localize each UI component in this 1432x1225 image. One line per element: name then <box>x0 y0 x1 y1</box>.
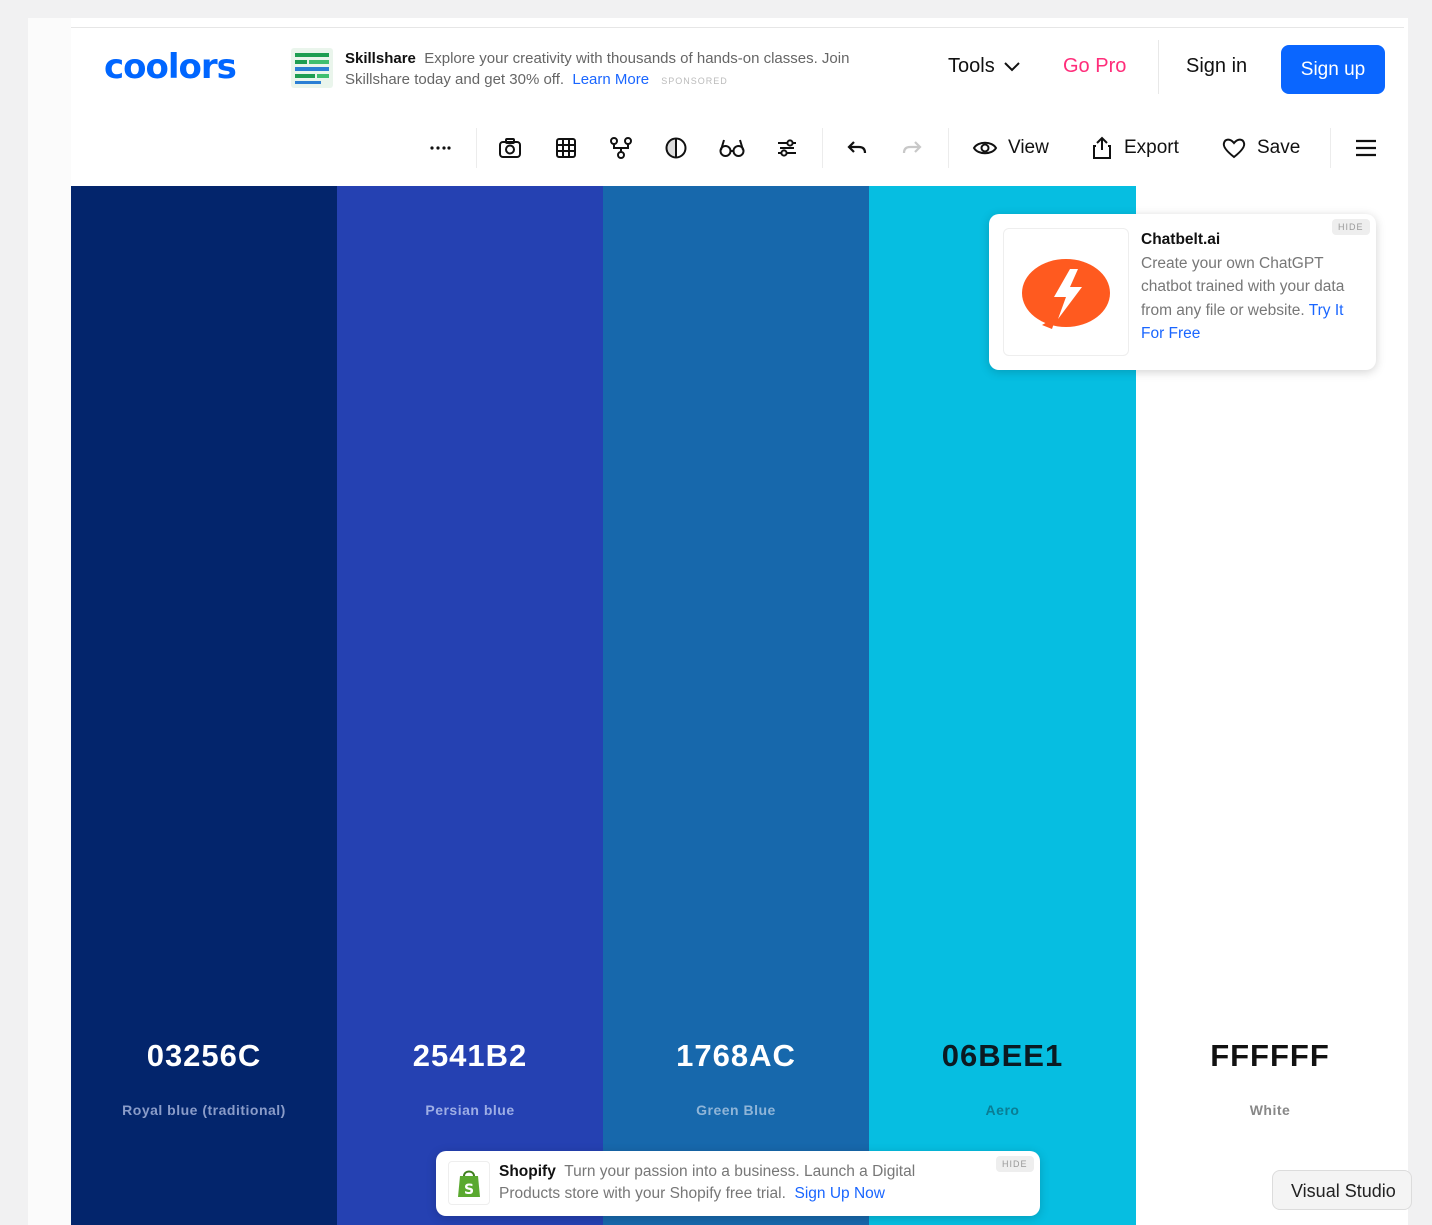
heart-icon <box>1222 138 1246 159</box>
toolbar-divider <box>822 128 823 168</box>
toolbar-divider <box>1330 128 1331 168</box>
svg-text:S: S <box>464 1182 474 1198</box>
sponsored-tag: SPONSORED <box>661 76 728 86</box>
left-gutter <box>28 18 71 1225</box>
export-button[interactable]: Export <box>1090 136 1179 160</box>
export-label: Export <box>1124 137 1179 158</box>
ad-brand: Skillshare <box>345 50 416 67</box>
swatch-color-name[interactable]: Aero <box>869 1102 1136 1118</box>
chatbelt-ad-card: Chatbelt.ai Create your own ChatGPT chat… <box>989 214 1376 370</box>
color-swatch[interactable]: 1768AC Green Blue <box>603 186 869 1225</box>
swatch-color-name[interactable]: Persian blue <box>337 1102 603 1118</box>
swatch-hex[interactable]: 2541B2 <box>337 1038 603 1074</box>
color-blindness-button[interactable] <box>719 136 745 160</box>
lightning-bolt-icon <box>1022 259 1110 329</box>
camera-button[interactable] <box>498 136 522 160</box>
color-swatch[interactable]: 2541B2 Persian blue <box>337 186 603 1225</box>
swatch-hex[interactable]: 1768AC <box>603 1038 869 1074</box>
save-label: Save <box>1257 137 1301 158</box>
redo-button[interactable] <box>900 136 924 160</box>
sign-in-link[interactable]: Sign in <box>1186 55 1247 78</box>
hide-ad-button[interactable]: HIDE <box>996 1156 1034 1172</box>
tools-menu[interactable]: Tools <box>948 55 1021 78</box>
ad-learn-more-link[interactable]: Learn More <box>572 71 649 88</box>
nav-divider <box>1158 40 1159 94</box>
swatch-color-name[interactable]: Royal blue (traditional) <box>71 1102 337 1118</box>
shopify-brand: Shopify <box>499 1163 556 1180</box>
glasses-icon <box>719 139 745 157</box>
tools-label: Tools <box>948 55 995 77</box>
chatbelt-ad-text: Chatbelt.ai Create your own ChatGPT chat… <box>1141 228 1363 346</box>
corner-popup-button[interactable]: Visual Studio <box>1272 1170 1412 1210</box>
shopify-ad-image[interactable]: S <box>448 1161 490 1205</box>
toolbar-divider <box>476 128 477 168</box>
sign-up-button[interactable]: Sign up <box>1281 45 1385 94</box>
share-icon <box>1093 136 1111 159</box>
go-pro-link[interactable]: Go Pro <box>1063 55 1126 78</box>
shopify-ad-text: Shopify Turn your passion into a busines… <box>499 1161 979 1204</box>
hierarchy-icon <box>610 137 632 159</box>
chevron-down-icon <box>1003 61 1020 71</box>
hierarchy-button[interactable] <box>609 136 633 160</box>
undo-icon <box>847 141 867 154</box>
hamburger-icon <box>1356 139 1376 157</box>
contrast-button[interactable] <box>664 136 688 160</box>
skillshare-ad-thumbnail[interactable] <box>291 48 333 88</box>
view-label: View <box>1008 137 1049 158</box>
eye-icon <box>972 141 998 155</box>
coolors-logo[interactable]: coolors <box>104 47 237 87</box>
grid-button[interactable] <box>554 136 578 160</box>
contrast-icon <box>665 137 687 159</box>
redo-icon <box>902 141 922 154</box>
shopify-ad-card: S Shopify Turn your passion into a busin… <box>436 1151 1040 1216</box>
skillshare-ad: Skillshare Explore your creativity with … <box>345 48 905 92</box>
save-button[interactable]: Save <box>1221 136 1300 160</box>
shopify-signup-link[interactable]: Sign Up Now <box>795 1185 885 1202</box>
swatch-hex[interactable]: 03256C <box>71 1038 337 1074</box>
hide-ad-button[interactable]: HIDE <box>1332 219 1370 235</box>
chatbelt-ad-image[interactable] <box>1003 228 1129 356</box>
grid-icon <box>556 138 576 158</box>
toolbar-divider <box>948 128 949 168</box>
sliders-icon <box>778 139 796 157</box>
adjust-button[interactable] <box>775 136 799 160</box>
swatch-hex[interactable]: 06BEE1 <box>869 1038 1136 1074</box>
swatch-color-name[interactable]: White <box>1136 1102 1404 1118</box>
view-button[interactable]: View <box>972 136 1049 160</box>
swatch-color-name[interactable]: Green Blue <box>603 1102 869 1118</box>
more-options-button[interactable] <box>428 136 452 160</box>
ellipsis-icon <box>430 146 451 150</box>
camera-icon <box>499 138 521 158</box>
shopping-bag-icon: S <box>458 1170 480 1198</box>
swatch-hex[interactable]: FFFFFF <box>1136 1038 1404 1074</box>
chatbelt-title: Chatbelt.ai <box>1141 231 1221 248</box>
color-swatch[interactable]: 03256C Royal blue (traditional) <box>71 186 337 1225</box>
menu-button[interactable] <box>1354 136 1378 160</box>
undo-button[interactable] <box>845 136 869 160</box>
